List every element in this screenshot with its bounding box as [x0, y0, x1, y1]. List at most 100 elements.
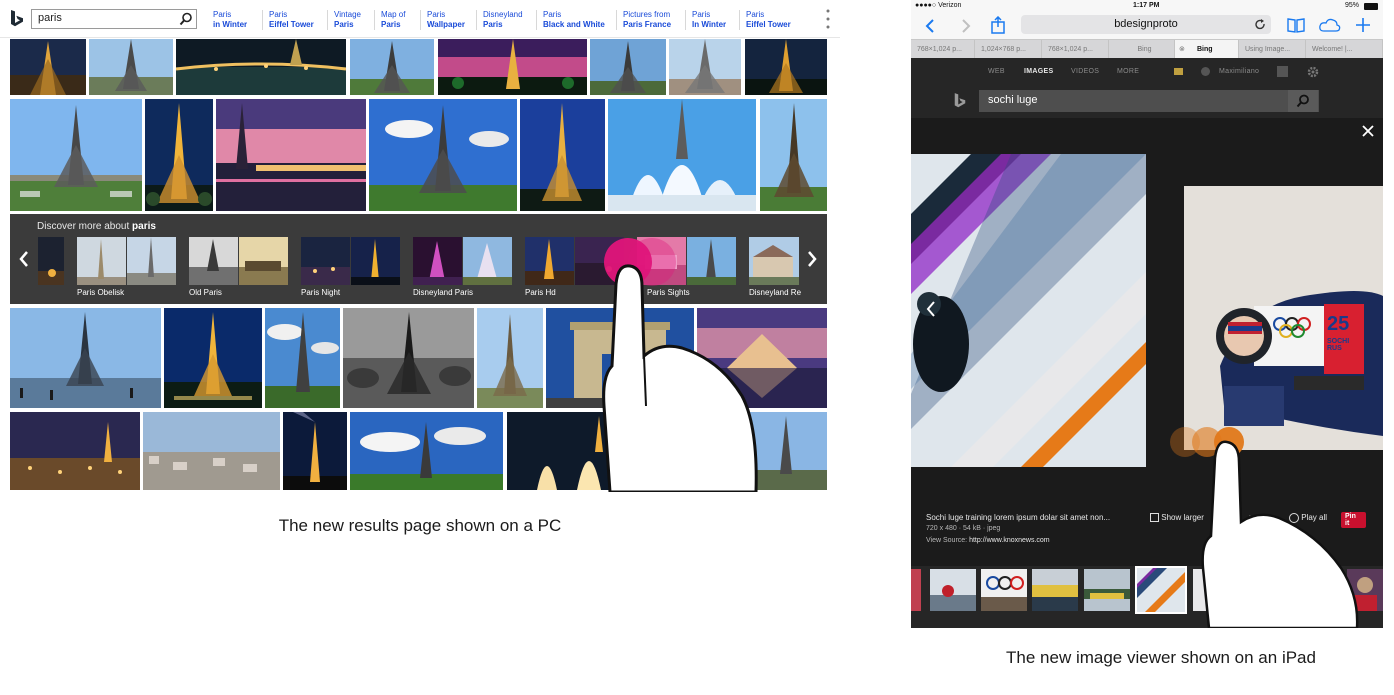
carousel-prev-icon[interactable]: [18, 250, 30, 268]
film-thumbnail[interactable]: [981, 569, 1027, 611]
browser-tab[interactable]: Using Image...: [1239, 40, 1306, 59]
film-thumbnail[interactable]: [911, 569, 921, 611]
close-icon[interactable]: [1362, 125, 1374, 137]
settings-gear-icon[interactable]: [1307, 66, 1319, 78]
discover-item[interactable]: Paris Hd: [525, 237, 624, 298]
visual-match-button[interactable]: match: [1249, 513, 1271, 522]
browser-tab[interactable]: 768×1,024 p...: [1042, 40, 1109, 59]
nav-web[interactable]: WEB: [988, 68, 1005, 75]
image-result[interactable]: [669, 39, 741, 95]
browser-tab-active[interactable]: ⊗ Bing: [1175, 40, 1239, 59]
discover-item[interactable]: Disneyland Paris: [413, 237, 512, 298]
url-field[interactable]: bdesignproto: [1021, 15, 1271, 34]
image-result[interactable]: [477, 308, 543, 408]
viewer-next-image[interactable]: 25 SOCHI RUS: [1184, 186, 1383, 450]
image-result[interactable]: [343, 308, 474, 408]
image-result[interactable]: [216, 99, 366, 211]
related-search-link[interactable]: Paris in Winter: [207, 10, 247, 30]
discover-item[interactable]: Paris Sights: [637, 237, 736, 298]
bing-logo-icon[interactable]: [953, 92, 967, 110]
image-result[interactable]: [10, 39, 86, 95]
image-result[interactable]: [590, 39, 666, 95]
pin-it-button[interactable]: Pin it: [1341, 512, 1366, 528]
carousel-next-icon[interactable]: [806, 250, 818, 268]
play-all-button[interactable]: Play all: [1289, 513, 1327, 523]
related-search-link[interactable]: Paris Black and White: [536, 10, 605, 30]
film-thumbnail[interactable]: [1193, 569, 1239, 611]
new-tab-icon[interactable]: [1355, 17, 1371, 33]
image-result[interactable]: [369, 99, 517, 211]
film-thumbnail-selected[interactable]: [1135, 566, 1187, 614]
notification-icon[interactable]: [1201, 67, 1210, 76]
image-result[interactable]: [608, 99, 756, 211]
search-icon[interactable]: [179, 12, 193, 26]
signed-in-user[interactable]: Maximiliano: [1219, 68, 1259, 75]
image-result[interactable]: [350, 412, 503, 490]
viewer-prev-icon[interactable]: [925, 300, 937, 318]
browser-tab[interactable]: 1,024×768 p...: [975, 40, 1042, 59]
show-larger-button[interactable]: Show larger: [1150, 513, 1204, 523]
view-source-link[interactable]: http://www.knoxnews.com: [969, 537, 1050, 544]
related-search-link[interactable]: Paris Eiffel Tower: [739, 10, 791, 30]
image-result[interactable]: [674, 412, 827, 490]
image-result[interactable]: [10, 308, 161, 408]
related-search-link[interactable]: Paris Wallpaper: [420, 10, 465, 30]
nav-videos[interactable]: VIDEOS: [1071, 68, 1099, 75]
related-search-link[interactable]: Paris Eiffel Tower: [262, 10, 314, 30]
film-thumbnail[interactable]: [1032, 569, 1078, 611]
reload-icon[interactable]: [1255, 19, 1266, 30]
image-result[interactable]: [438, 39, 587, 95]
nav-images[interactable]: IMAGES: [1024, 68, 1053, 75]
image-result[interactable]: [546, 308, 694, 408]
film-thumbnail[interactable]: [930, 569, 976, 611]
image-result[interactable]: [745, 39, 827, 95]
nav-more[interactable]: MORE: [1117, 68, 1139, 75]
image-result[interactable]: [164, 308, 262, 408]
bing-logo-icon[interactable]: [9, 10, 25, 28]
viewer-main-image[interactable]: [911, 154, 1146, 467]
share-icon[interactable]: [991, 16, 1005, 34]
image-result[interactable]: [283, 412, 347, 490]
image-result[interactable]: [10, 412, 140, 490]
image-result[interactable]: [507, 412, 671, 490]
discover-item[interactable]: Old Paris: [189, 237, 288, 298]
forward-icon[interactable]: [961, 18, 971, 34]
image-result[interactable]: [145, 99, 213, 211]
related-search-link[interactable]: Pictures from Paris France: [616, 10, 671, 30]
related-search-link[interactable]: Vintage Paris: [327, 10, 361, 30]
image-result[interactable]: [697, 308, 827, 408]
tab-close-icon[interactable]: ⊗: [1179, 40, 1185, 59]
bookmarks-icon[interactable]: [1287, 17, 1305, 33]
icloud-tabs-icon[interactable]: [1319, 18, 1341, 32]
discover-item[interactable]: Paris Night: [301, 237, 400, 298]
image-result[interactable]: [760, 99, 827, 211]
browser-tab[interactable]: 768×1,024 p...: [911, 40, 975, 59]
image-result[interactable]: [143, 412, 280, 490]
film-thumbnail[interactable]: [1297, 569, 1341, 611]
related-search-link[interactable]: Disneyland Paris: [476, 10, 523, 30]
film-thumbnail[interactable]: [1084, 569, 1130, 611]
related-search-link[interactable]: Map of Paris: [374, 10, 405, 30]
search-input[interactable]: sochi luge: [979, 90, 1319, 112]
browser-tab[interactable]: Welcome! |...: [1306, 40, 1383, 59]
rewards-icon[interactable]: [1174, 68, 1183, 75]
image-result[interactable]: [350, 39, 434, 95]
image-title[interactable]: Sochi luge training lorem ipsum dolar si…: [926, 513, 1131, 522]
image-result[interactable]: [265, 308, 340, 408]
discover-item[interactable]: Paris Obelisk: [77, 237, 176, 298]
image-result[interactable]: [10, 99, 142, 211]
film-thumbnail[interactable]: [1347, 569, 1383, 611]
image-result[interactable]: [520, 99, 605, 211]
browser-tab[interactable]: Bing: [1109, 40, 1175, 59]
search-input[interactable]: paris: [31, 9, 197, 29]
film-thumbnail[interactable]: [1245, 569, 1291, 611]
search-button[interactable]: [1288, 90, 1318, 112]
discover-item[interactable]: [38, 237, 64, 298]
discover-item[interactable]: Disneyland Re: [749, 237, 801, 298]
back-icon[interactable]: [925, 18, 935, 34]
image-result[interactable]: [176, 39, 346, 95]
image-result[interactable]: [89, 39, 173, 95]
more-options-icon[interactable]: [826, 8, 830, 30]
avatar[interactable]: [1277, 66, 1288, 77]
related-search-link[interactable]: Paris In Winter: [685, 10, 726, 30]
